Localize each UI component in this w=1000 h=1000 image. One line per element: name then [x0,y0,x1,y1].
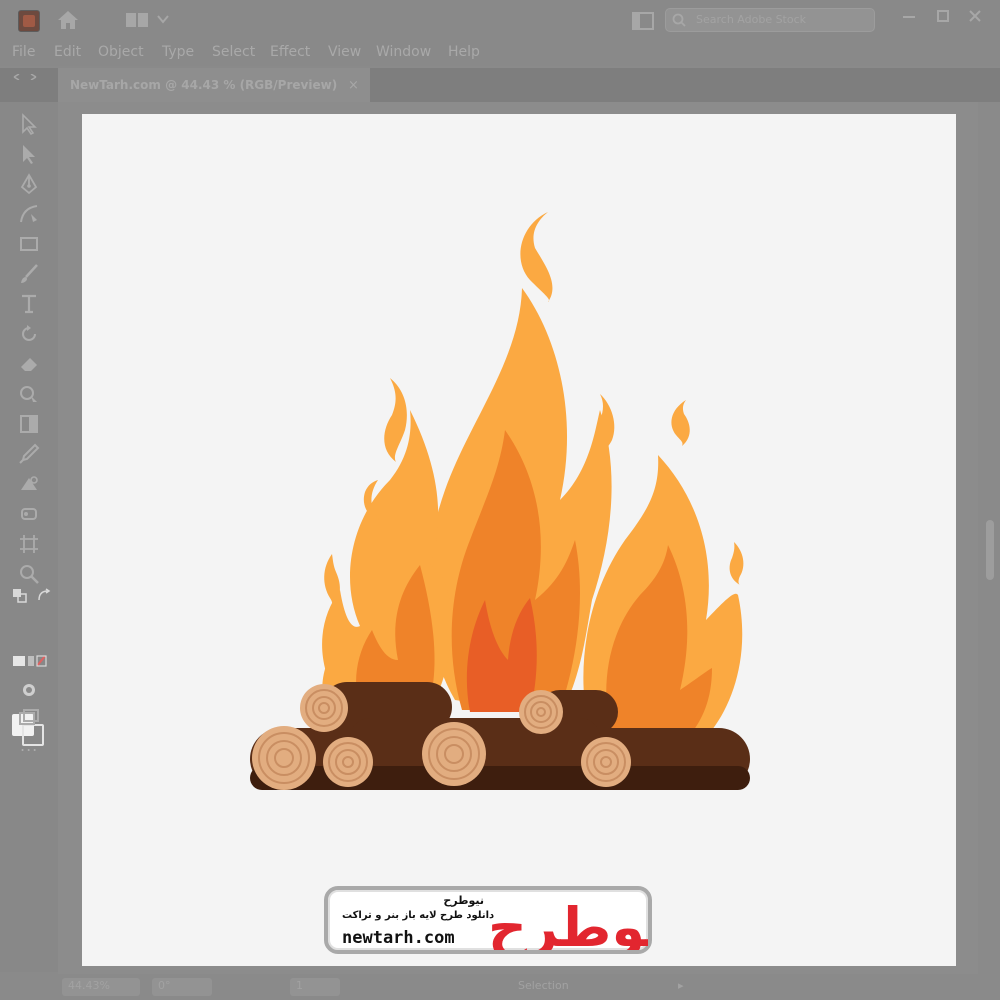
spark-top [520,212,553,302]
spark-left [384,378,407,462]
campfire-illustration[interactable] [0,0,1000,1000]
watermark-badge: نیوطرح نیوطرح دانلود طرح لایه باز بنر و … [324,886,652,954]
watermark-brand: نیوطرح [443,894,484,907]
log-end-6 [581,737,631,787]
log-end-5 [519,690,563,734]
spark-mid-right [595,394,615,458]
flames [322,212,744,735]
zoom-field[interactable]: 44.43% [62,978,140,996]
zoom-value: 44.43% [68,979,110,992]
log-end-1 [252,726,316,790]
artboard-number: 1 [296,979,303,992]
current-tool-label: Selection [518,979,569,992]
vertical-scroll-thumb[interactable] [986,520,994,580]
log-end-2 [300,684,348,732]
spark-far-right [729,542,744,585]
watermark-logo-text: نیوطرح [488,896,648,950]
artboard-navigator[interactable]: 1 [290,978,340,996]
log-end-4 [422,722,486,786]
watermark-tagline: دانلود طرح لایه باز بنر و تراکت [342,910,495,921]
spark-right [671,400,690,446]
watermark-url: newtarh.com [342,928,455,948]
status-bar: 44.43% 0° 1 Selection ▸ [0,974,1000,1000]
log-end-3 [323,737,373,787]
rotation-field[interactable]: 0° [152,978,212,996]
status-chevron-icon[interactable]: ▸ [678,979,684,995]
rotation-value: 0° [158,979,171,992]
